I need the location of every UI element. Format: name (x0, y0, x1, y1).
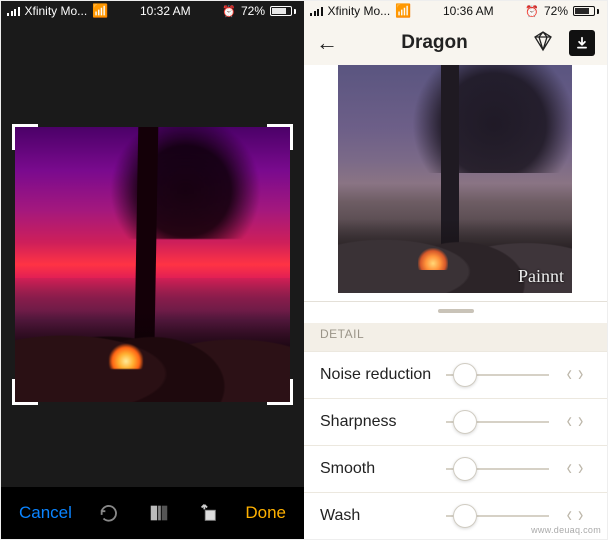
crop-handle-bl[interactable] (12, 379, 38, 405)
alarm-icon: ⏰ (525, 5, 539, 18)
filter-preview-area: Painnt (304, 65, 607, 301)
status-bar: Xfinity Mo... 📶 10:36 AM ⏰ 72% (304, 1, 607, 21)
crop-frame[interactable] (15, 127, 290, 402)
signal-bars-icon (7, 6, 20, 16)
crop-handle-tl[interactable] (12, 124, 38, 150)
slider-track[interactable] (446, 457, 549, 481)
wifi-icon: 📶 (92, 3, 108, 19)
slider-label: Sharpness (320, 413, 440, 431)
phone-right: Xfinity Mo... 📶 10:36 AM ⏰ 72% ← Dragon (304, 1, 607, 539)
rotate-icon[interactable] (196, 501, 220, 525)
phone-left: Xfinity Mo... 📶 10:32 AM ⏰ 72% (1, 1, 304, 539)
crop-handle-tr[interactable] (267, 124, 293, 150)
clock-label: 10:36 AM (443, 4, 494, 18)
slider-row-smooth: Smooth ‹› (304, 445, 607, 492)
slider-thumb[interactable] (453, 457, 477, 481)
crop-handle-br[interactable] (267, 379, 293, 405)
filters-icon[interactable] (147, 501, 171, 525)
battery-pct-label: 72% (544, 4, 568, 18)
wifi-icon: 📶 (395, 3, 411, 19)
section-header-detail: DETAIL (304, 323, 607, 351)
value-stepper[interactable]: ‹› (555, 460, 595, 478)
status-bar: Xfinity Mo... 📶 10:32 AM ⏰ 72% (1, 1, 304, 21)
dual-screenshot: Xfinity Mo... 📶 10:32 AM ⏰ 72% (0, 0, 608, 540)
alarm-icon: ⏰ (222, 5, 236, 18)
battery-icon (270, 6, 296, 16)
slider-track[interactable] (446, 363, 549, 387)
signal-bars-icon (310, 6, 323, 16)
clock-label: 10:32 AM (140, 4, 191, 18)
value-stepper[interactable]: ‹› (555, 507, 595, 525)
slider-row-noise-reduction: Noise reduction ‹› (304, 351, 607, 398)
slider-thumb[interactable] (453, 504, 477, 528)
slider-thumb[interactable] (453, 363, 477, 387)
slider-thumb[interactable] (453, 410, 477, 434)
cancel-button[interactable]: Cancel (19, 503, 72, 523)
battery-icon (573, 6, 599, 16)
gem-icon[interactable] (531, 29, 555, 58)
carrier-label: Xfinity Mo... (25, 4, 88, 18)
download-button[interactable] (569, 30, 595, 56)
crop-canvas[interactable] (1, 21, 304, 487)
done-button[interactable]: Done (245, 503, 286, 523)
back-button[interactable]: ← (316, 30, 338, 56)
source-watermark: www.deuaq.com (531, 525, 601, 535)
battery-pct-label: 72% (241, 4, 265, 18)
settings-sheet: DETAIL Noise reduction‹›Sharpness‹›Smoot… (304, 301, 607, 539)
sheet-grabber[interactable] (438, 309, 474, 313)
slider-row-sharpness: Sharpness ‹› (304, 398, 607, 445)
watermark-label: Painnt (518, 266, 564, 287)
carrier-label: Xfinity Mo... (328, 4, 391, 18)
editor-toolbar: Cancel Done (1, 487, 304, 539)
slider-label: Wash (320, 507, 440, 525)
value-stepper[interactable]: ‹› (555, 413, 595, 431)
app-header: ← Dragon (304, 21, 607, 65)
photo-preview (15, 127, 290, 402)
filter-preview-image[interactable]: Painnt (338, 65, 572, 293)
slider-label: Noise reduction (320, 366, 440, 384)
undo-icon[interactable] (97, 501, 121, 525)
slider-label: Smooth (320, 460, 440, 478)
value-stepper[interactable]: ‹› (555, 366, 595, 384)
page-title: Dragon (401, 32, 468, 54)
slider-track[interactable] (446, 410, 549, 434)
